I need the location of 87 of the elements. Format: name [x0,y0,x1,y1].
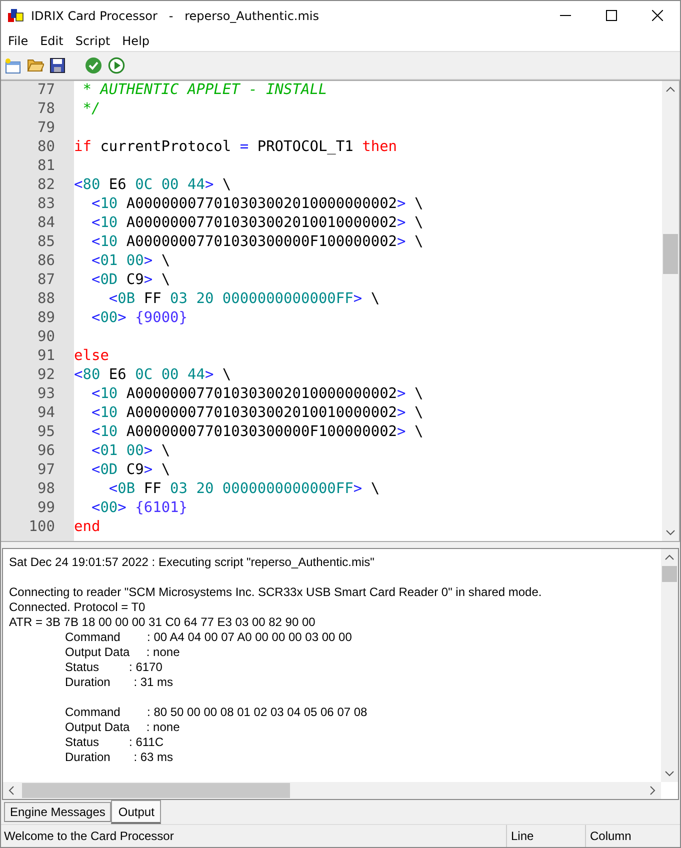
log-line: ATR = 3B 7B 18 00 00 00 31 C0 64 77 E3 03 00 82 90 00 [9,615,316,630]
tab[interactable]: Engine Messages [4,802,112,822]
line-number: 77 [36,81,55,100]
log-line: Duration : 31 ms [64,675,174,690]
scroll-down-icon[interactable] [665,771,674,777]
log-line: Sat Dec 24 19:01:57 2022 : Executing script "reperso_Authentic.mis" [9,555,376,570]
code-line: <10 A00000007701030300000F100000002> \ [90,423,424,442]
scroll-down-icon[interactable] [666,530,675,536]
code-line: <01 00> \ [90,442,170,461]
line-number: 79 [36,119,55,138]
line-number: 99 [36,499,55,518]
code-line: <10 A00000007701030300000F100000002> \ [90,233,424,252]
check-icon[interactable] [85,57,102,74]
line-number: 88 [36,290,55,309]
log-line: Connecting to reader "SCM Microsystems Inc. SCR33x USB Smart Card Reader 0" in shared mode. [9,585,543,600]
line-number: 81 [36,157,55,176]
close-icon[interactable] [652,10,663,21]
line-number: 95 [36,423,55,442]
line-number: 86 [36,252,55,271]
scroll-up-icon[interactable] [665,554,674,560]
code-line: */ [82,100,100,119]
line-number: 87 [36,271,55,290]
window-title: IDRIX Card Processor - reperso_Authentic.mis [31,8,320,22]
tab[interactable]: Output [111,800,162,824]
line-number: 91 [36,347,55,366]
maximize-icon[interactable] [606,10,617,21]
line-number: 96 [36,442,55,461]
scroll-thumb[interactable] [662,566,677,582]
play-icon[interactable] [108,57,125,74]
code-line: <0D C9> \ [90,461,170,480]
app-logo-icon [8,8,24,22]
code-line: <10 A000000077010303002010010000002> \ [90,214,424,233]
code-line: <0B FF 03 20 0000000000000FF> \ [108,290,380,309]
line-number: 80 [36,138,55,157]
scroll-thumb[interactable] [22,783,290,798]
code-line: if currentProtocol = PROTOCOL_T1 then [74,138,398,157]
save-icon[interactable] [50,58,65,73]
code-line: <80 E6 0C 00 44> \ [74,366,232,385]
menu-item[interactable]: Help [122,34,150,48]
scroll-up-icon[interactable] [666,86,675,92]
code-line: end [74,518,100,537]
line-number: 94 [36,404,55,423]
status-line: Line [506,825,585,847]
log-line: Status : 611C [64,735,164,750]
code-line: <0B FF 03 20 0000000000000FF> \ [108,480,380,499]
vertical-scrollbar[interactable] [661,549,678,782]
status-message: Welcome to the Card Processor [3,829,175,843]
line-number: 84 [36,214,55,233]
log-line: Connected. Protocol = T0 [9,600,146,615]
line-number: 93 [36,385,55,404]
line-number: 89 [36,309,55,328]
line-number: 100 [28,518,55,537]
log-line: Command : 00 A4 04 00 07 A0 00 00 00 03 00 00 [64,630,353,645]
code-line: <10 A000000077010303002010010000002> \ [90,404,424,423]
line-number: 83 [36,195,55,214]
scroll-thumb[interactable] [663,234,678,274]
menu-item[interactable]: Edit [40,34,64,48]
code-line: <0D C9> \ [90,271,170,290]
code-line: else [74,347,109,366]
folder-icon[interactable] [27,58,44,73]
line-number: 85 [36,233,55,252]
line-number: 82 [36,176,55,195]
code-line: <01 00> \ [90,252,170,271]
line-number: 78 [36,100,55,119]
code-line: <10 A000000077010303002010000000002> \ [90,195,424,214]
line-number: 98 [36,480,55,499]
log-line: Duration : 63 ms [64,750,174,765]
code-line: <80 E6 0C 00 44> \ [74,176,232,195]
line-number: 97 [36,461,55,480]
log-line: Output Data : none [64,720,181,735]
scroll-left-icon[interactable] [8,786,14,795]
code-line: <00> {9000} [90,309,188,328]
line-number: 90 [36,328,55,347]
menu-item[interactable]: File [8,34,28,48]
scroll-right-icon[interactable] [650,786,656,795]
horizontal-scrollbar[interactable] [3,782,661,799]
code-line: * AUTHENTIC APPLET - INSTALL [82,81,328,100]
code-line: <10 A000000077010303002010000000002> \ [90,385,424,404]
log-line: Command : 80 50 00 00 08 01 02 03 04 05 06 07 08 [64,705,368,720]
vertical-scrollbar[interactable] [662,81,679,541]
line-number: 92 [36,366,55,385]
log-line: Output Data : none [64,645,181,660]
log-line: Status : 6170 [64,660,164,675]
status-column: Column [585,825,680,847]
new-file-icon[interactable] [5,58,21,74]
code-line: <00> {6101} [90,499,188,518]
menu-item[interactable]: Script [75,34,110,48]
